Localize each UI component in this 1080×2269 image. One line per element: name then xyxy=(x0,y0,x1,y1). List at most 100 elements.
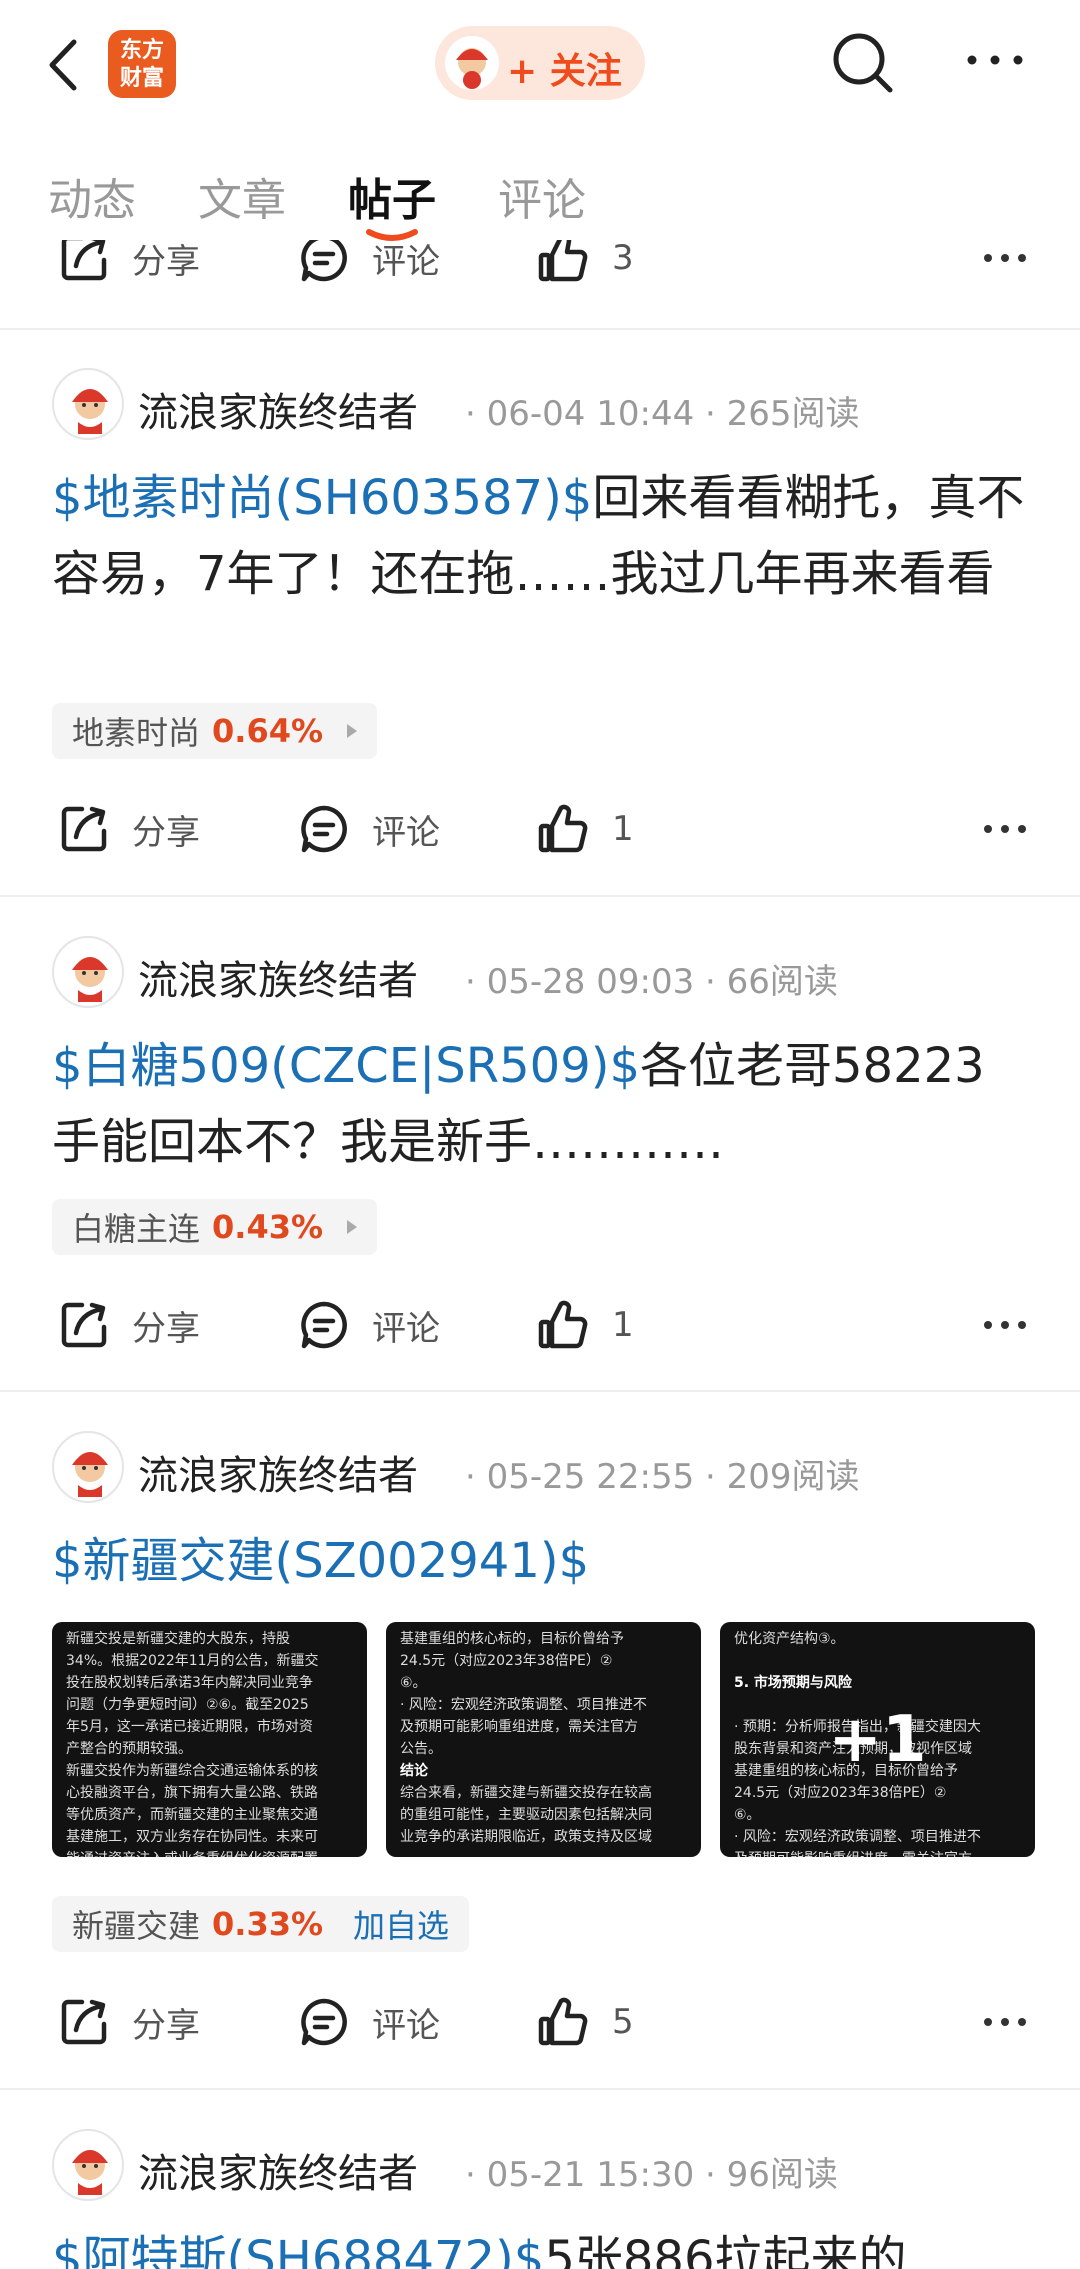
search-icon[interactable] xyxy=(828,28,898,98)
image-text-line: 能通过资产注入或业务重组优化资源配置。 xyxy=(66,1848,353,1857)
like-button[interactable]: 3 xyxy=(536,240,634,298)
post-content[interactable]: $阿特斯(SH688472)$5张886拉起来的 xyxy=(52,2221,1032,2269)
post-meta: · 05-25 22:55 · 209阅读 xyxy=(465,1457,860,1497)
image-text-line: · 风险：宏观经济政策调整、项目推进不 xyxy=(400,1697,647,1713)
comment-button[interactable]: 评论 xyxy=(298,1982,440,2062)
image-text-line: 的重组可能性，主要驱动因素包括解决同 xyxy=(400,1807,652,1823)
post-text: 5张886拉起来的 xyxy=(544,2231,907,2269)
share-icon xyxy=(61,806,107,852)
image-text-line: ⑥。 xyxy=(400,1675,427,1691)
author-name[interactable]: 流浪家族终结者 xyxy=(138,380,418,438)
stock-link[interactable]: $新疆交建(SZ002941)$ xyxy=(52,1533,589,1589)
comment-button[interactable]: 评论 xyxy=(298,789,440,869)
more-icon[interactable] xyxy=(980,809,1030,849)
stock-link[interactable]: $白糖509(CZCE|SR509)$ xyxy=(52,1038,640,1094)
stock-link[interactable]: $阿特斯(SH688472)$ xyxy=(52,2231,544,2269)
more-icon[interactable] xyxy=(980,2002,1030,2042)
action-bar: 分享 评论 1 xyxy=(0,1285,1080,1365)
follow-button[interactable]: + 关注 xyxy=(435,26,645,100)
divider xyxy=(0,1390,1080,1392)
post-item[interactable]: 流浪家族终结者 · 05-25 22:55 · 209阅读 $新疆交建(SZ00… xyxy=(0,1431,1080,2061)
share-button[interactable]: 分享 xyxy=(58,1285,200,1365)
image-text-line: 新疆交投作为新疆综合交通运输体系的核 xyxy=(66,1763,318,1779)
image-text-line: 产整合的预期较强。 xyxy=(66,1741,192,1757)
divider xyxy=(0,895,1080,897)
post-meta: · 05-28 09:03 · 66阅读 xyxy=(465,962,838,1002)
tab-posts[interactable]: 帖子 xyxy=(348,164,436,228)
post-header: 流浪家族终结者 · 05-28 09:03 · 66阅读 xyxy=(52,936,1052,1012)
avatar xyxy=(445,36,499,90)
post-header: 流浪家族终结者 · 05-25 22:55 · 209阅读 xyxy=(52,1431,1052,1507)
like-button[interactable]: 5 xyxy=(536,1982,634,2062)
share-button[interactable]: 分享 xyxy=(58,789,200,869)
divider xyxy=(0,2088,1080,2090)
post-header: 流浪家族终结者 · 05-21 15:30 · 96阅读 xyxy=(52,2129,1052,2205)
post-item[interactable]: 流浪家族终结者 · 05-21 15:30 · 96阅读 $阿特斯(SH6884… xyxy=(0,2129,1080,2269)
post-header: 流浪家族终结者 · 06-04 10:44 · 265阅读 xyxy=(52,368,1052,444)
more-icon[interactable] xyxy=(980,240,1030,278)
tab-dynamics[interactable]: 动态 xyxy=(48,164,136,228)
post-image[interactable]: 新疆交投是新疆交建的大股东，持股 34%。根据2022年11月的公告，新疆交 投在股… xyxy=(52,1622,367,1857)
thumbs-up-icon xyxy=(538,804,588,853)
tab-comments[interactable]: 评论 xyxy=(498,164,586,228)
stock-chip[interactable]: 新疆交建 0.33% 加自选 xyxy=(52,1896,470,1952)
action-bar: 分享 评论 5 xyxy=(0,1982,1080,2062)
like-button[interactable]: 1 xyxy=(536,1285,634,1365)
image-text-line: 及预期可能影响重组进度，需关注官方 xyxy=(400,1719,638,1735)
tab-articles[interactable]: 文章 xyxy=(198,164,286,228)
image-text-line: 公告。 xyxy=(400,1741,442,1757)
more-images-count[interactable]: +1 xyxy=(720,1622,1035,1857)
image-text-line: 投在股权划转后承诺3年内解决同业竞争 xyxy=(66,1675,313,1691)
avatar[interactable] xyxy=(52,936,124,1008)
more-icon[interactable] xyxy=(960,40,1030,80)
image-text-line: 等优质资产，而新疆交建的主业聚焦交通 xyxy=(66,1807,318,1823)
share-button[interactable]: 分享 xyxy=(58,240,200,298)
image-text-line: 问题（力争更短时间）②⑥。截至2025 xyxy=(66,1697,309,1713)
more-icon[interactable] xyxy=(980,1305,1030,1345)
add-to-watchlist-button[interactable]: 加自选 xyxy=(353,1901,449,1947)
avatar[interactable] xyxy=(52,2129,124,2201)
stock-link[interactable]: $地素时尚(SH603587)$ xyxy=(52,470,592,526)
post-meta: · 05-21 15:30 · 96阅读 xyxy=(465,2155,838,2195)
image-text-line: 心投融资平台，旗下拥有大量公路、铁路 xyxy=(66,1785,318,1801)
author-name[interactable]: 流浪家族终结者 xyxy=(138,1443,418,1501)
author-name[interactable]: 流浪家族终结者 xyxy=(138,2141,418,2199)
image-text-line: 年5月，这一承诺已接近期限，市场对资 xyxy=(66,1719,313,1735)
divider xyxy=(0,328,1080,330)
share-button[interactable]: 分享 xyxy=(58,1982,200,2062)
post-content[interactable]: $地素时尚(SH603587)$回来看看糊托，真不容易，7年了！还在拖……我过几… xyxy=(52,460,1032,612)
image-text-line: 基建重组的核心标的，目标价曾给予 xyxy=(400,1631,624,1647)
comment-icon xyxy=(301,805,347,853)
image-text-line: 34%。根据2022年11月的公告，新疆交 xyxy=(66,1653,319,1669)
avatar[interactable] xyxy=(52,1431,124,1503)
stock-chip[interactable]: 地素时尚 0.64% xyxy=(52,703,378,759)
back-icon[interactable] xyxy=(40,30,90,100)
post-image[interactable]: 基建重组的核心标的，目标价曾给予 24.5元（对应2023年38倍PE）② ⑥。 · … xyxy=(386,1622,701,1857)
post-meta: · 06-04 10:44 · 265阅读 xyxy=(465,394,860,434)
action-bar: 分享 评论 1 xyxy=(0,789,1080,869)
image-text-line: 结论 xyxy=(400,1763,428,1779)
avatar[interactable] xyxy=(52,368,124,440)
chevron-right-icon xyxy=(347,1220,358,1234)
follow-label: + 关注 xyxy=(507,51,622,92)
top-bar: 东方 财富 + 关注 xyxy=(0,0,1080,130)
app-logo: 东方 财富 xyxy=(108,30,176,98)
post-content[interactable]: $白糖509(CZCE|SR509)$各位老哥58223手能回本不？我是新手……… xyxy=(52,1028,1032,1180)
like-button[interactable]: 1 xyxy=(536,789,634,869)
post-item[interactable]: 流浪家族终结者 · 05-28 09:03 · 66阅读 $白糖509(CZCE… xyxy=(0,936,1080,1396)
tab-bar: 动态 文章 帖子 评论 xyxy=(0,150,1080,241)
post-image[interactable]: 优化资产结构③。 5. 市场预期与风险 · 预期：分析师报告指出，新疆交建因大股… xyxy=(720,1622,1035,1857)
image-text-line: 基建施工，双方业务存在协同性。未来可 xyxy=(66,1829,318,1845)
stock-chip[interactable]: 白糖主连 0.43% xyxy=(52,1199,378,1255)
image-text-line: 业竞争的承诺期限临近，政策支持及区域 xyxy=(400,1829,652,1845)
image-grid: 新疆交投是新疆交建的大股东，持股 34%。根据2022年11月的公告，新疆交 投在股… xyxy=(52,1622,1042,1857)
image-text-line: 综合来看，新疆交建与新疆交投存在较高 xyxy=(400,1785,652,1801)
post-content[interactable]: $新疆交建(SZ002941)$ xyxy=(52,1523,1032,1599)
image-text-line: 新疆交投是新疆交建的大股东，持股 xyxy=(66,1631,290,1647)
comment-button[interactable]: 评论 xyxy=(298,240,440,298)
partial-action-bar: 分享 评论 3 xyxy=(0,240,1080,300)
comment-button[interactable]: 评论 xyxy=(298,1285,440,1365)
image-text-line: 24.5元（对应2023年38倍PE）② xyxy=(400,1653,613,1669)
post-item[interactable]: 流浪家族终结者 · 06-04 10:44 · 265阅读 $地素时尚(SH60… xyxy=(0,368,1080,888)
author-name[interactable]: 流浪家族终结者 xyxy=(138,948,418,1006)
